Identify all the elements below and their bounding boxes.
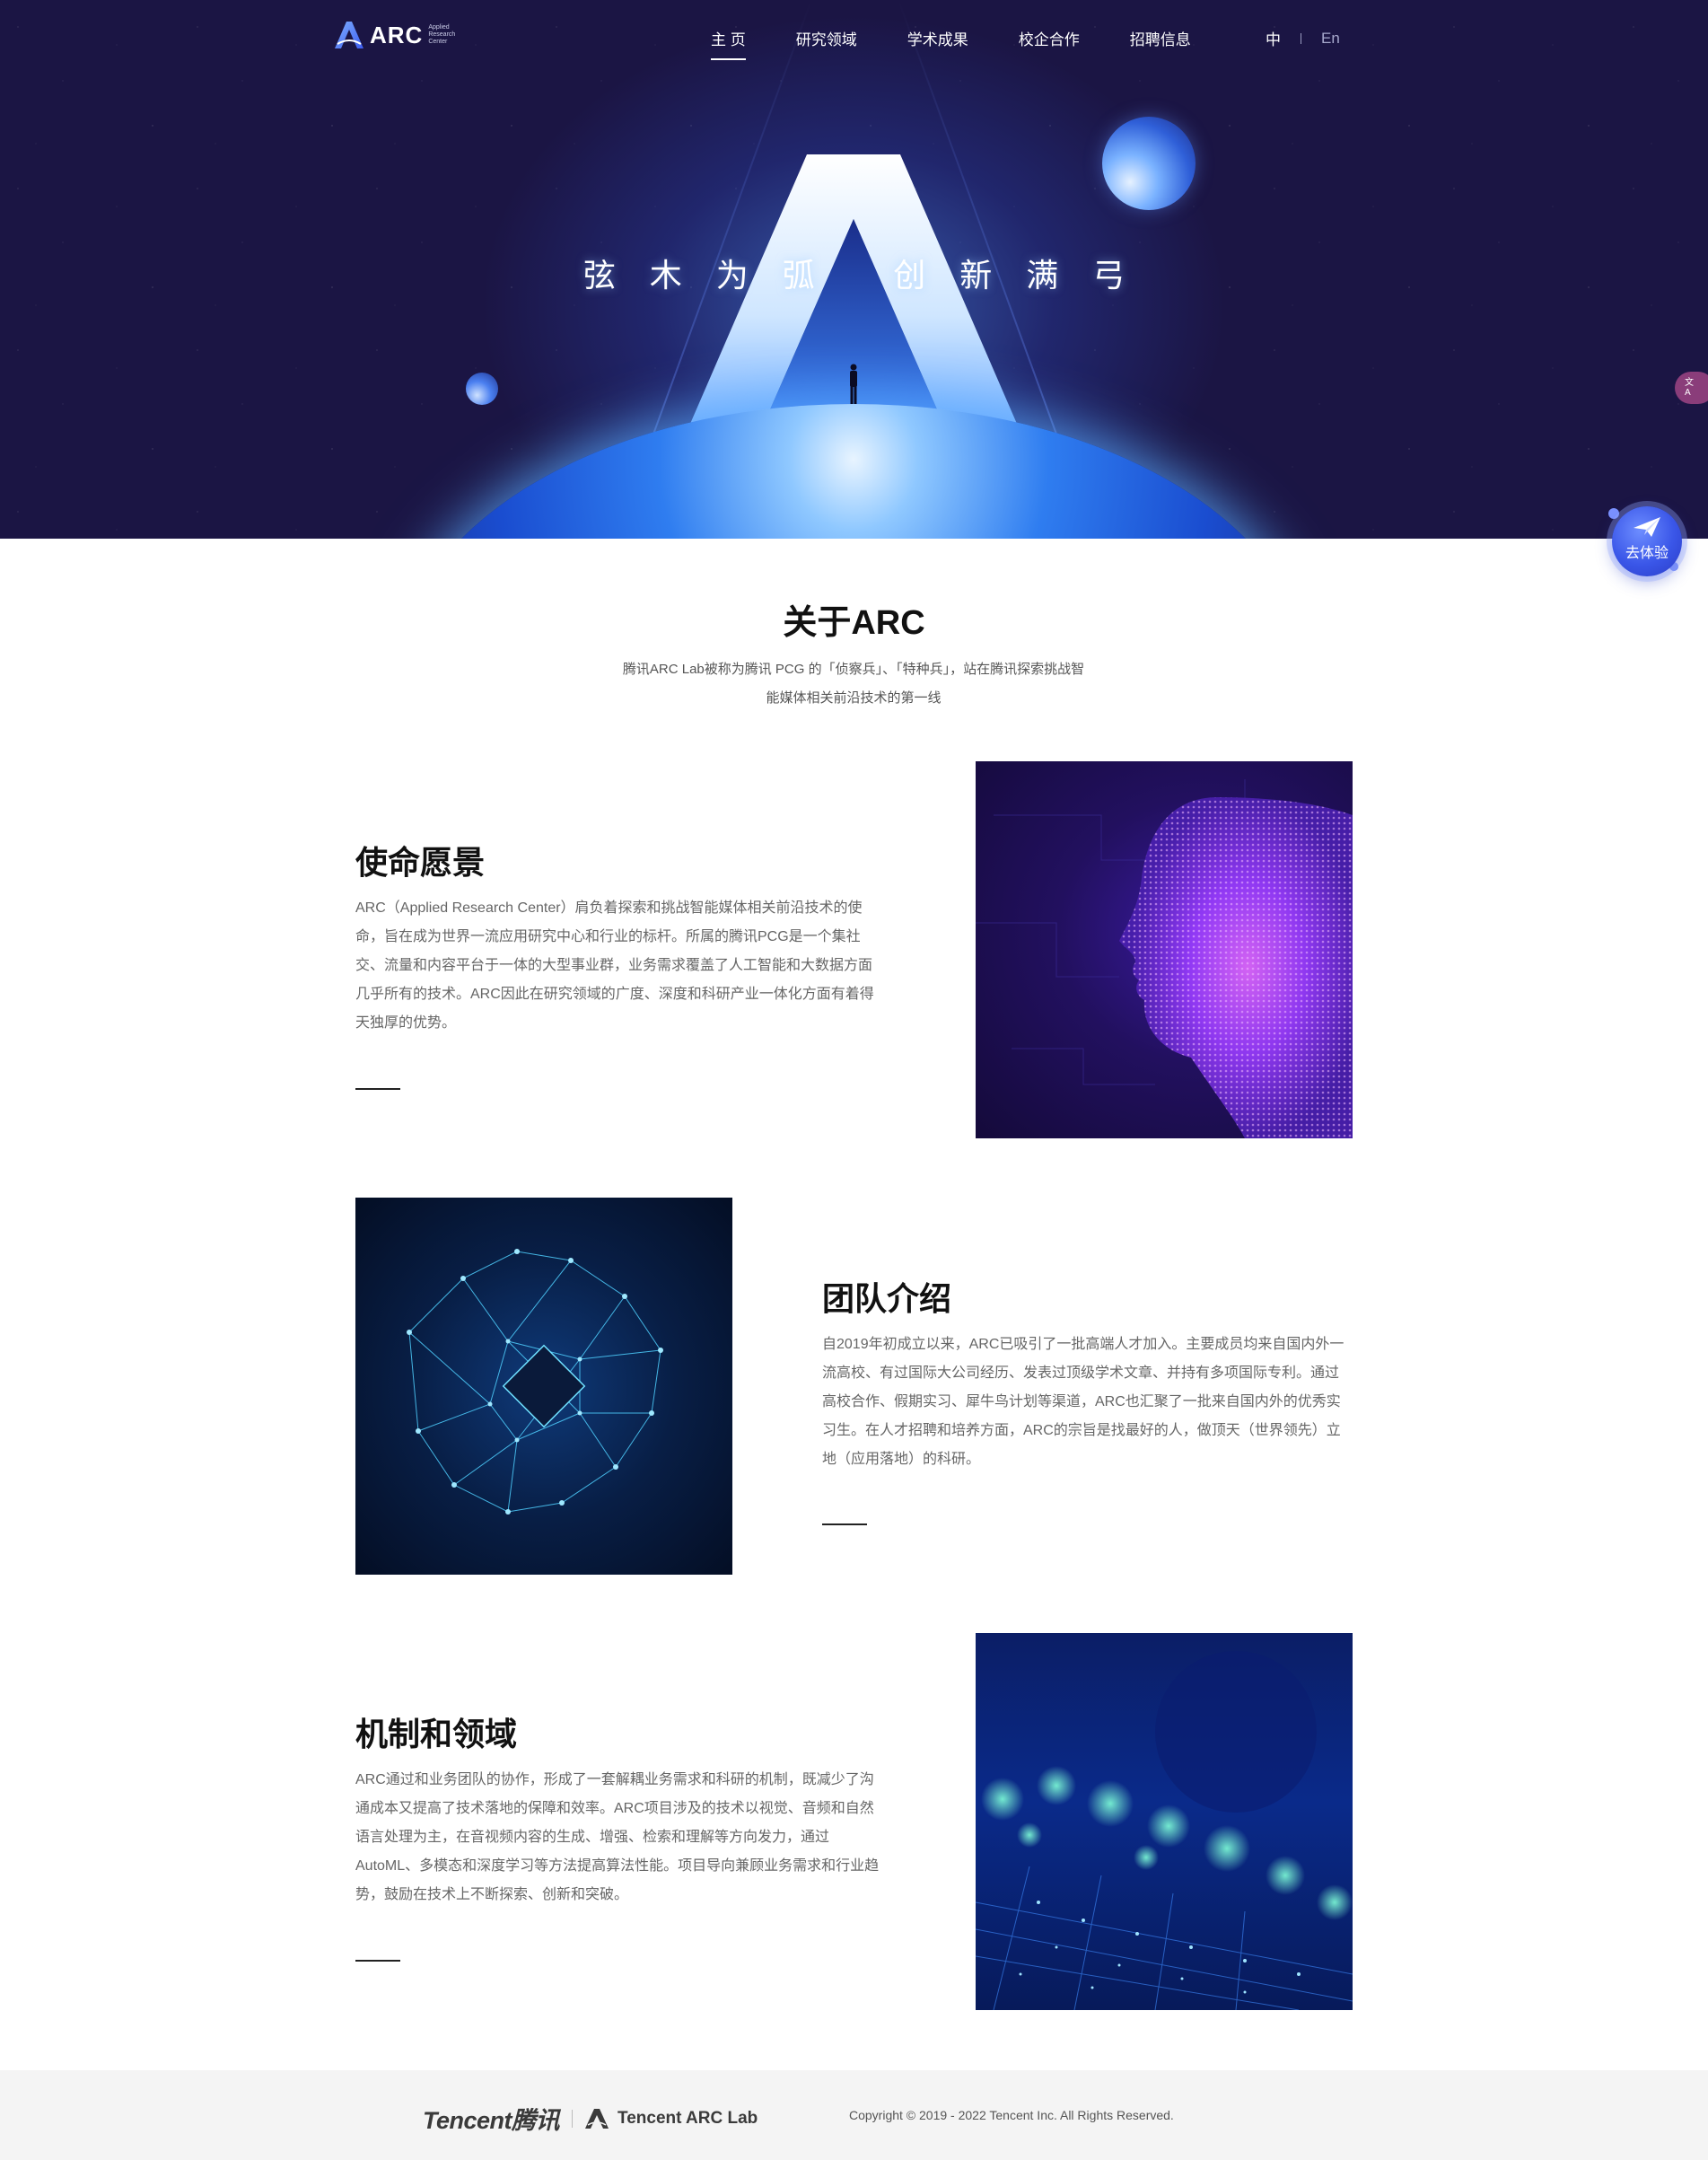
nav-item-careers[interactable]: 招聘信息 [1130, 27, 1191, 60]
team-image-hands [355, 1198, 732, 1575]
nav-item-publications[interactable]: 学术成果 [907, 27, 968, 60]
lang-en-button[interactable]: En [1321, 30, 1340, 48]
mechanism-title: 机制和领域 [355, 1716, 518, 1752]
translate-icon: 文A [1685, 378, 1694, 398]
arc-lab-logo[interactable]: Tencent ARC Lab [585, 2108, 758, 2129]
hero-banner: 弦木为弧 创新满弓 [0, 0, 1708, 539]
arc-lab-label: Tencent ARC Lab [618, 2108, 758, 2128]
hero-slogan: 弦木为弧 创新满弓 [582, 258, 1160, 294]
about-desc-line-1: 腾讯ARC Lab被称为腾讯 PCG 的「侦察兵」、「特种兵」，站在腾讯探索挑战… [622, 662, 1085, 677]
nav-item-research[interactable]: 研究领域 [796, 27, 857, 60]
hero-moon-small [466, 373, 498, 405]
footer-brand: Tencent腾讯 Tencent ARC Lab [423, 2101, 758, 2136]
mission-image-ai-face [976, 761, 1353, 1138]
mechanism-text: ARC通过和业务团队的协作，形成了一套解耦业务需求和科研的机制，既减少了沟通成本… [355, 1772, 880, 1902]
nav-item-home[interactable]: 主 页 [711, 27, 746, 60]
try-experience-button[interactable]: 去体验 [1612, 506, 1682, 576]
try-decor-dot [1608, 508, 1619, 519]
logo-text: ARC [370, 21, 424, 48]
nav-item-collaboration[interactable]: 校企合作 [1019, 27, 1080, 60]
top-navigation: ARC Applied Research Center 主 页 研究领域 学术成… [0, 0, 1708, 77]
footer-brand-divider [572, 2109, 574, 2128]
about-description: 腾讯ARC Lab被称为腾讯 PCG 的「侦察兵」、「特种兵」，站在腾讯探索挑战… [584, 655, 1123, 713]
try-experience-label: 去体验 [1625, 546, 1669, 561]
mechanism-image-particles [976, 1633, 1353, 2010]
arc-logo-icon [335, 22, 363, 48]
language-switch: 中 En [1266, 27, 1340, 49]
arc-lab-icon [585, 2108, 609, 2129]
team-title: 团队介绍 [822, 1280, 952, 1317]
lang-zh-button[interactable]: 中 [1266, 27, 1281, 49]
mission-divider [355, 1088, 400, 1090]
mission-text: ARC（Applied Research Center）肩负着探索和挑战智能媒体… [355, 900, 874, 1031]
paper-plane-icon [1634, 517, 1660, 537]
team-text: 自2019年初成立以来，ARC已吸引了一批高端人才加入。主要成员均来自国内外一流… [822, 1337, 1345, 1467]
nav-menu: 主 页 研究领域 学术成果 校企合作 招聘信息 [711, 27, 1241, 60]
translate-side-badge[interactable]: 文A [1675, 372, 1708, 404]
hero-moon-large [1102, 117, 1196, 210]
copyright-text: Copyright © 2019 - 2022 Tencent Inc. All… [849, 2108, 1174, 2122]
about-title: 关于ARC [783, 604, 925, 642]
logo-subtitle: Applied Research Center [428, 24, 456, 45]
team-divider [822, 1523, 867, 1525]
person-silhouette-icon [850, 364, 857, 404]
site-footer: Tencent腾讯 Tencent ARC Lab Copyright © 20… [0, 2070, 1708, 2160]
arc-logo[interactable]: ARC Applied Research Center [334, 20, 464, 50]
mission-title: 使命愿景 [355, 844, 486, 881]
tencent-logo[interactable]: Tencent腾讯 [423, 2101, 560, 2136]
about-desc-line-2: 能媒体相关前沿技术的第一线 [766, 690, 942, 706]
mechanism-divider [355, 1960, 400, 1962]
